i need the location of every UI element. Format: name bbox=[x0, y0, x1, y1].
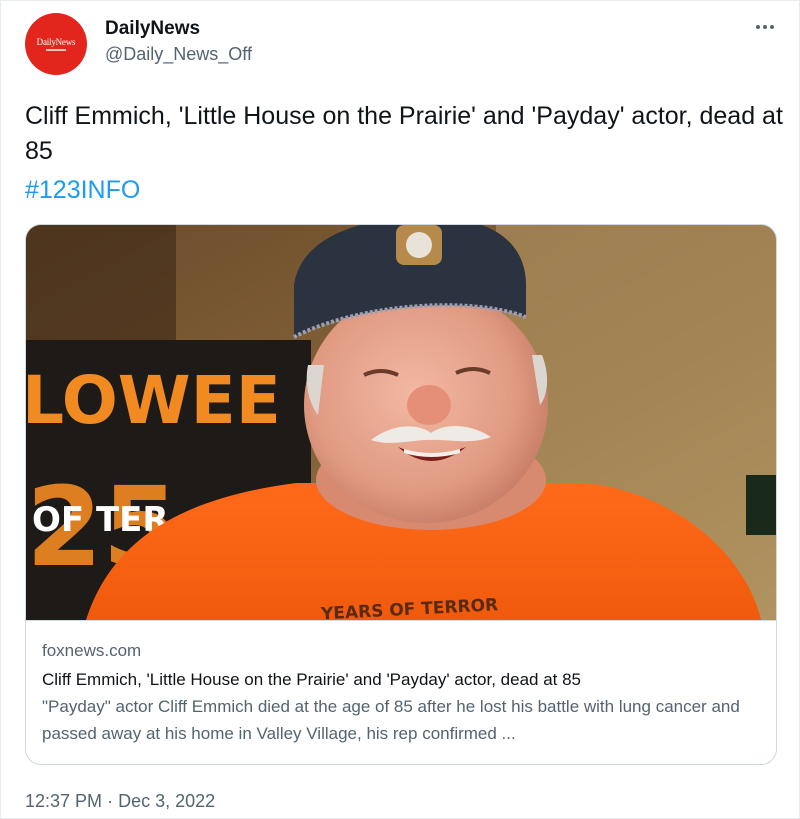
tweet-card: DailyNews DailyNews @Daily_News_Off Clif… bbox=[0, 0, 800, 819]
avatar[interactable]: DailyNews bbox=[25, 13, 87, 75]
card-domain: foxnews.com bbox=[42, 641, 142, 660]
avatar-logo-text: DailyNews bbox=[36, 37, 76, 47]
author-block: DailyNews @Daily_News_Off bbox=[105, 17, 252, 67]
author-display-name[interactable]: DailyNews bbox=[105, 17, 252, 41]
more-horizontal-icon bbox=[756, 25, 774, 29]
timestamp-separator: · bbox=[107, 791, 114, 811]
author-handle[interactable]: @Daily_News_Off bbox=[105, 41, 252, 67]
link-preview-card[interactable]: LOWEE 25 OF TER YEARS OF TERROR foxnews.… bbox=[25, 224, 777, 765]
card-description: "Payday" actor Cliff Emmich died at the … bbox=[42, 697, 740, 743]
tweet-date[interactable]: Dec 3, 2022 bbox=[118, 791, 215, 811]
card-image[interactable]: LOWEE 25 OF TER YEARS OF TERROR bbox=[26, 225, 776, 620]
sign-text: LOWEE bbox=[26, 362, 281, 439]
more-button[interactable] bbox=[751, 17, 779, 37]
card-title: Cliff Emmich, 'Little House on the Prair… bbox=[42, 670, 582, 689]
tweet-text: Cliff Emmich, 'Little House on the Prair… bbox=[25, 102, 783, 165]
avatar-logo-underline bbox=[46, 49, 66, 51]
hashtag-link[interactable]: #123INFO bbox=[25, 173, 140, 208]
card-body: foxnews.com Cliff Emmich, 'Little House … bbox=[26, 620, 776, 764]
tweet-timestamp: 12:37 PM · Dec 3, 2022 bbox=[25, 789, 215, 813]
tweet-header: DailyNews DailyNews @Daily_News_Off bbox=[25, 13, 779, 77]
tweet-time[interactable]: 12:37 PM bbox=[25, 791, 102, 811]
photo-illustration: LOWEE 25 OF TER YEARS OF TERROR bbox=[26, 225, 776, 620]
